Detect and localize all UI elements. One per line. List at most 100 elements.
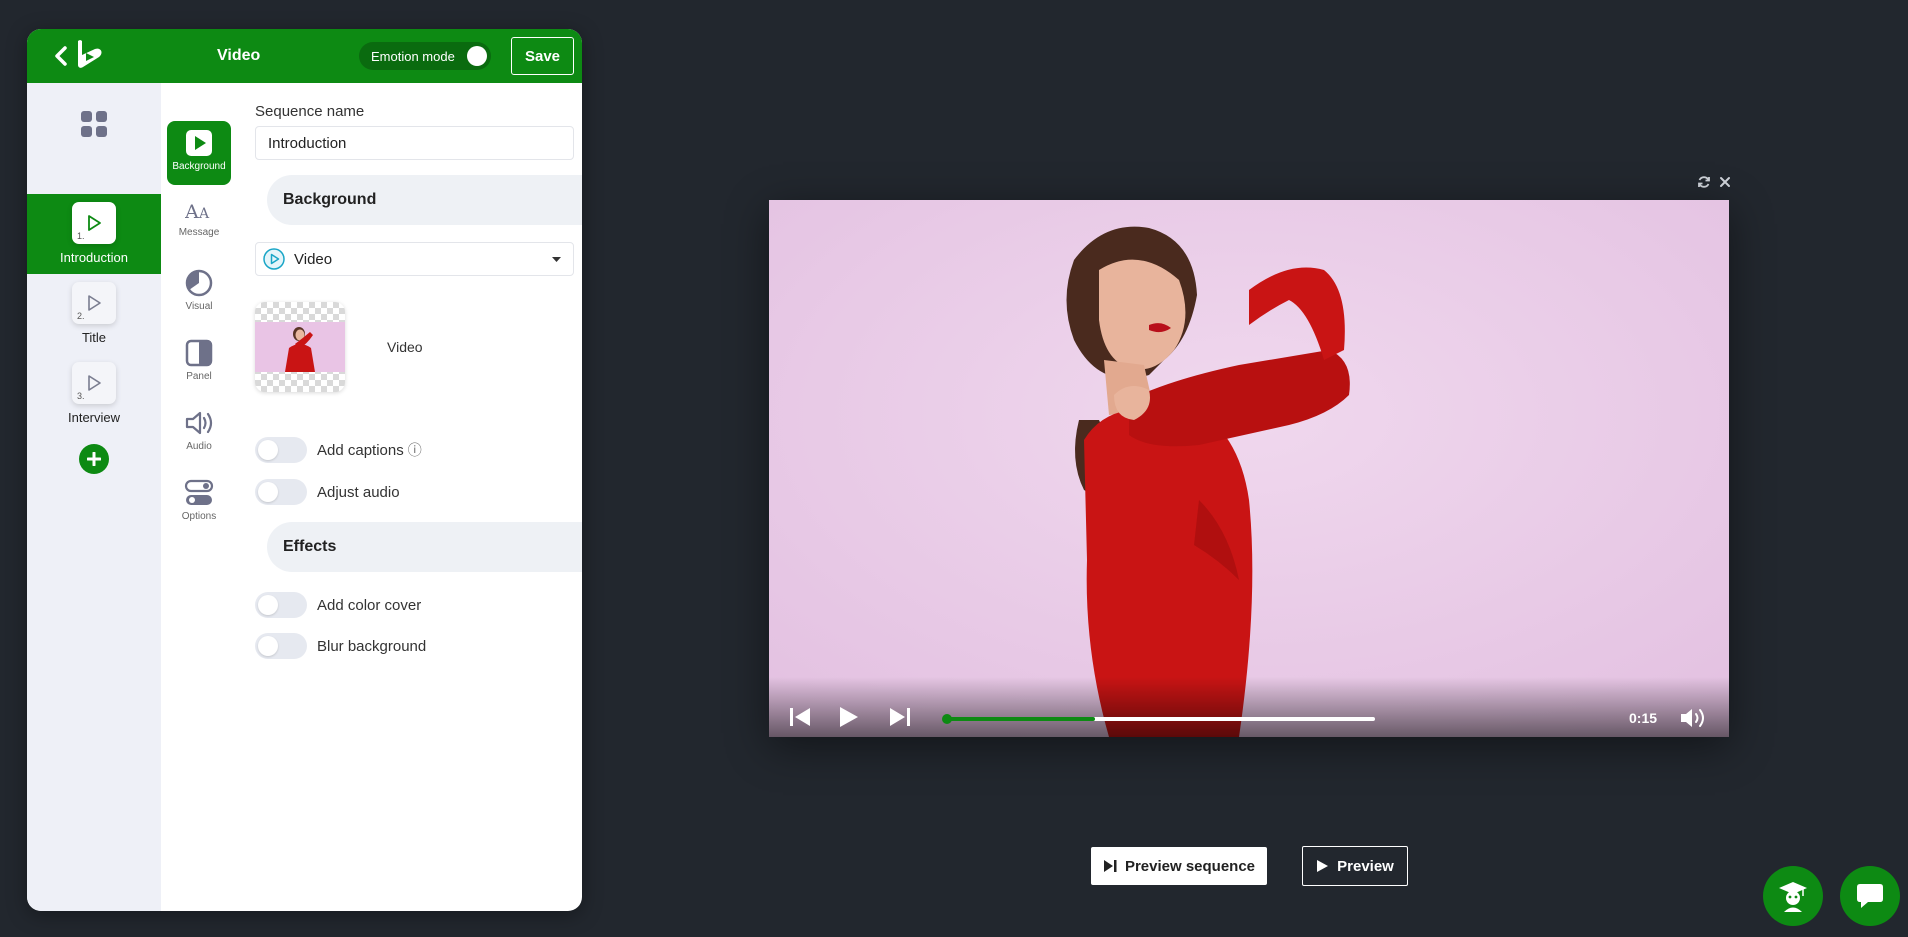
tool-sidebar: Background A A Message Visual Panel Audi…: [161, 83, 239, 911]
sequence-list: 1. Introduction 2. Title 3. Interview: [27, 83, 161, 911]
emotion-mode-toggle[interactable]: Emotion mode: [359, 42, 491, 70]
play-square-icon: [186, 130, 212, 156]
sequence-item-interview[interactable]: 3. Interview: [27, 354, 161, 434]
blur-background-row: Blur background: [255, 633, 426, 659]
add-captions-label: Add captions: [317, 441, 404, 459]
editor-header: Video Emotion mode Save: [27, 29, 582, 83]
text-aa-icon: A A: [185, 201, 210, 223]
sequence-item-introduction[interactable]: 1. Introduction: [27, 194, 161, 274]
add-captions-toggle[interactable]: [255, 437, 307, 463]
preview-button[interactable]: Preview: [1302, 846, 1408, 886]
add-color-cover-toggle[interactable]: [255, 592, 307, 618]
player-frame-tools: [1697, 175, 1731, 189]
grid-icon[interactable]: [81, 111, 107, 137]
background-section-header: Background: [267, 175, 582, 225]
add-color-cover-row: Add color cover: [255, 592, 421, 618]
preview-sequence-label: Preview sequence: [1124, 857, 1256, 875]
play-circle-icon: [263, 248, 285, 270]
plus-icon: [87, 452, 101, 466]
tool-label: Options: [181, 511, 217, 522]
select-value: Video: [294, 250, 333, 268]
tool-audio[interactable]: Audio: [167, 401, 231, 465]
graduate-icon: [1779, 882, 1807, 912]
adjust-audio-label: Adjust audio: [317, 483, 400, 501]
preview-label: Preview: [1337, 857, 1394, 875]
sequence-name-input[interactable]: [255, 126, 574, 160]
back-button[interactable]: [49, 42, 73, 70]
caret-down-icon: [552, 257, 561, 262]
chat-button[interactable]: [1840, 866, 1900, 926]
tool-visual[interactable]: Visual: [167, 261, 231, 325]
section-title: Background: [283, 191, 377, 208]
properties-form: Sequence name Background Video: [239, 83, 582, 911]
tool-label: Background: [172, 161, 226, 172]
tool-message[interactable]: A A Message: [167, 191, 231, 255]
adjust-audio-toggle[interactable]: [255, 479, 307, 505]
info-icon[interactable]: ⓘ: [408, 440, 422, 460]
page-title: Video: [217, 47, 261, 64]
add-captions-row: Add captions ⓘ: [255, 437, 422, 463]
video-player[interactable]: 0:15: [769, 200, 1729, 737]
preview-sequence-button[interactable]: Preview sequence: [1091, 847, 1267, 885]
sequence-number: 1.: [77, 231, 85, 241]
volume-icon[interactable]: [1679, 707, 1707, 729]
sequence-label: Interview: [67, 410, 121, 425]
chat-bubble-icon: [1857, 884, 1883, 908]
sequence-item-title[interactable]: 2. Title: [27, 274, 161, 354]
skip-forward-icon[interactable]: [889, 707, 911, 727]
person-figure-icon: [285, 327, 315, 372]
blur-background-toggle[interactable]: [255, 633, 307, 659]
sequence-label: Title: [81, 330, 107, 345]
panel-icon: [185, 339, 213, 367]
sequence-thumbnail: 3.: [72, 362, 116, 404]
pie-icon: [185, 269, 213, 297]
refresh-icon[interactable]: [1697, 175, 1711, 189]
player-controls: 0:15: [769, 677, 1729, 737]
progress-handle[interactable]: [942, 714, 952, 724]
brand-logo-icon: [78, 40, 102, 68]
tool-background[interactable]: Background: [167, 121, 231, 185]
tool-label: Audio: [186, 441, 212, 452]
tool-label: Panel: [186, 371, 212, 382]
progress-fill: [947, 717, 1095, 721]
add-color-cover-label: Add color cover: [317, 596, 422, 614]
sequence-number: 3.: [77, 391, 85, 401]
add-sequence-button[interactable]: [79, 444, 109, 474]
play-next-icon: [1103, 860, 1117, 872]
media-label: Video: [387, 339, 423, 355]
play-outline-icon: [88, 375, 101, 391]
play-icon: [1317, 860, 1329, 872]
progress-bar[interactable]: [942, 714, 1375, 724]
emotion-mode-label: Emotion mode: [371, 48, 455, 64]
speaker-icon: [185, 411, 213, 435]
background-type-select[interactable]: Video: [255, 242, 574, 276]
sequence-label: Introduction: [60, 250, 128, 265]
thumbnail-image: [255, 322, 345, 372]
tool-label: Visual: [185, 301, 213, 312]
video-frame-image: [769, 200, 1729, 737]
time-display: 0:15: [1629, 710, 1658, 726]
toggles-icon: [184, 479, 214, 505]
save-button[interactable]: Save: [511, 37, 574, 75]
tool-options[interactable]: Options: [167, 471, 231, 535]
blur-background-label: Blur background: [317, 637, 427, 655]
svg-text:A: A: [185, 201, 199, 223]
sequence-thumbnail: 1.: [72, 202, 116, 244]
background-media-thumbnail[interactable]: [255, 302, 345, 392]
effects-section-header: Effects: [267, 522, 582, 572]
close-icon[interactable]: [1719, 175, 1731, 189]
sequence-number: 2.: [77, 311, 85, 321]
toggle-knob: [467, 46, 487, 66]
academy-help-button[interactable]: [1763, 866, 1823, 926]
svg-text:A: A: [198, 206, 210, 222]
adjust-audio-row: Adjust audio: [255, 479, 400, 505]
section-title: Effects: [283, 538, 337, 555]
chevron-left-icon: [55, 46, 67, 66]
skip-back-icon[interactable]: [789, 707, 811, 727]
sequence-thumbnail: 2.: [72, 282, 116, 324]
tool-panel[interactable]: Panel: [167, 331, 231, 395]
editor-panel: Video Emotion mode Save 1. Introduction: [27, 29, 582, 911]
sequence-name-label: Sequence name: [255, 103, 365, 120]
tool-label: Message: [178, 227, 220, 238]
play-icon[interactable]: [839, 706, 859, 728]
